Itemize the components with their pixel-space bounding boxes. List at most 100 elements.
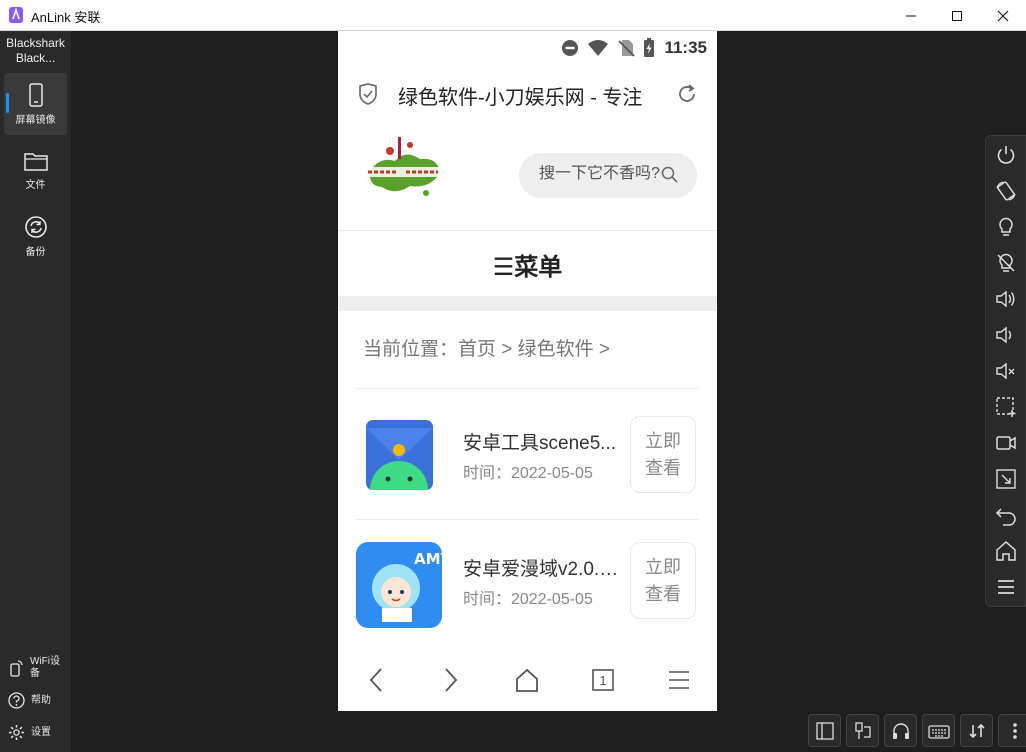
battery-charging-icon	[644, 38, 654, 57]
wifi-device-label: WiFi设备	[30, 656, 60, 679]
chevron-right-icon	[445, 668, 458, 692]
layout-icon	[815, 721, 834, 740]
screenshot-icon	[996, 397, 1016, 417]
item-date: 时间：2022-05-05	[463, 591, 593, 608]
more-options-button[interactable]	[998, 714, 1026, 747]
mute-button[interactable]	[993, 358, 1019, 384]
window-titlebar: AnLink 安联	[0, 0, 1026, 31]
close-icon	[997, 10, 1009, 21]
record-icon	[996, 436, 1016, 450]
close-button[interactable]	[980, 0, 1026, 31]
keyboard-icon	[927, 724, 950, 739]
mute-icon	[996, 362, 1015, 380]
item-title[interactable]: 安卓工具scene5...	[463, 428, 623, 455]
hamburger-menu-icon	[669, 671, 689, 689]
power-icon	[997, 146, 1015, 164]
power-button[interactable]	[993, 142, 1019, 168]
item-date: 时间：2022-05-05	[463, 465, 593, 482]
sidebar-item-label: 文件	[25, 179, 46, 191]
refresh-icon[interactable]	[676, 83, 698, 105]
status-icons	[561, 38, 655, 58]
status-bar: 11:35	[338, 31, 717, 65]
usb-icon	[854, 721, 871, 739]
dnd-icon	[562, 40, 578, 56]
screen-on-button[interactable]	[993, 214, 1019, 240]
transfer-button[interactable]	[960, 714, 993, 747]
maximize-button[interactable]	[934, 0, 980, 31]
screen-off-button[interactable]	[993, 250, 1019, 276]
volume-up-icon	[996, 290, 1015, 308]
volume-up-button[interactable]	[993, 286, 1019, 312]
phone-screen[interactable]: 11:35 绿色软件-小刀娱乐网 - 专注 ☰菜单 当前位置：首页 > 绿色软件…	[338, 31, 717, 711]
phone-icon	[28, 82, 43, 107]
help-label: 帮助	[31, 694, 51, 706]
sync-icon	[24, 215, 47, 238]
nav-menu-button[interactable]	[659, 664, 699, 696]
home-icon	[996, 540, 1016, 561]
nav-back-button[interactable]	[356, 664, 396, 696]
sidebar-item-screen-mirror[interactable]: 屏幕镜像	[4, 73, 67, 135]
home-icon	[516, 668, 538, 692]
layout-button[interactable]	[808, 714, 841, 747]
browser-url-bar[interactable]: 绿色软件-小刀娱乐网 - 专注	[338, 71, 717, 117]
sidebar-item-files[interactable]: 文件	[4, 139, 67, 201]
tab-count: 1	[599, 672, 607, 688]
search-icon[interactable]	[661, 166, 679, 184]
rotate-button[interactable]	[993, 178, 1019, 204]
audio-button[interactable]	[884, 714, 917, 747]
anime-app-icon[interactable]: AMY	[356, 542, 442, 628]
list-item[interactable]: AMY 安卓爱漫域v2.0.2... 时间：2022-05-05 立即查看	[356, 542, 699, 652]
nav-home-button[interactable]	[507, 664, 547, 696]
screenshot-button[interactable]	[993, 394, 1019, 420]
sidebar-settings[interactable]: 设置	[8, 724, 51, 741]
shield-check-icon[interactable]	[358, 83, 378, 105]
home-button[interactable]	[993, 538, 1019, 564]
folder-icon	[23, 152, 48, 171]
usb-button[interactable]	[846, 714, 879, 747]
anlink-logo-icon	[9, 7, 23, 23]
divider	[356, 519, 699, 520]
site-search-box[interactable]	[519, 153, 697, 198]
gear-icon	[9, 725, 24, 740]
minimize-icon	[906, 15, 916, 16]
item-title[interactable]: 安卓爱漫域v2.0.2...	[463, 554, 623, 581]
record-button[interactable]	[993, 430, 1019, 456]
view-now-button[interactable]: 立即查看	[630, 416, 696, 493]
status-time: 11:35	[664, 38, 707, 57]
menu-icon	[998, 580, 1014, 594]
sidebar-item-backup[interactable]: 备份	[4, 205, 67, 267]
bulb-off-icon	[997, 253, 1015, 272]
back-button[interactable]	[993, 502, 1019, 528]
keyboard-button[interactable]	[922, 714, 955, 747]
site-logo[interactable]	[360, 131, 446, 211]
more-vertical-icon	[1012, 722, 1017, 739]
help-icon	[8, 692, 25, 709]
wifi-icon	[588, 40, 608, 56]
nav-forward-button[interactable]	[431, 664, 471, 696]
volume-down-button[interactable]	[993, 322, 1019, 348]
device-name: Blackshark Black...	[6, 36, 65, 65]
left-sidebar: Blackshark Black... 屏幕镜像 文件 备份 WiFi设备 帮助…	[0, 31, 71, 752]
sidebar-item-label: 屏幕镜像	[15, 114, 56, 126]
list-item[interactable]: 安卓工具scene5... 时间：2022-05-05 立即查看	[356, 416, 699, 526]
breadcrumb[interactable]: 当前位置：首页 > 绿色软件 >	[363, 334, 610, 361]
view-now-button[interactable]: 立即查看	[630, 542, 696, 619]
page-title: 绿色软件-小刀娱乐网 - 专注	[398, 87, 643, 109]
sidebar-item-label: 备份	[25, 246, 46, 258]
volume-down-icon	[996, 326, 1012, 344]
app-menu-button[interactable]	[993, 574, 1019, 600]
crop-button[interactable]	[993, 466, 1019, 492]
sidebar-wifi-device[interactable]: WiFi设备	[8, 656, 68, 680]
nav-tabs-button[interactable]: 1	[583, 664, 623, 696]
android-folder-icon[interactable]	[356, 416, 442, 502]
section-divider	[338, 296, 717, 311]
sidebar-help[interactable]: 帮助	[8, 692, 51, 709]
headphones-icon	[892, 722, 909, 739]
search-input[interactable]	[539, 165, 667, 183]
window-title: AnLink 安联	[31, 10, 101, 25]
menu-button[interactable]: ☰菜单	[338, 232, 717, 296]
back-icon	[995, 508, 1016, 526]
minimize-button[interactable]	[888, 0, 934, 31]
active-indicator	[6, 93, 9, 113]
crop-icon	[996, 469, 1016, 489]
